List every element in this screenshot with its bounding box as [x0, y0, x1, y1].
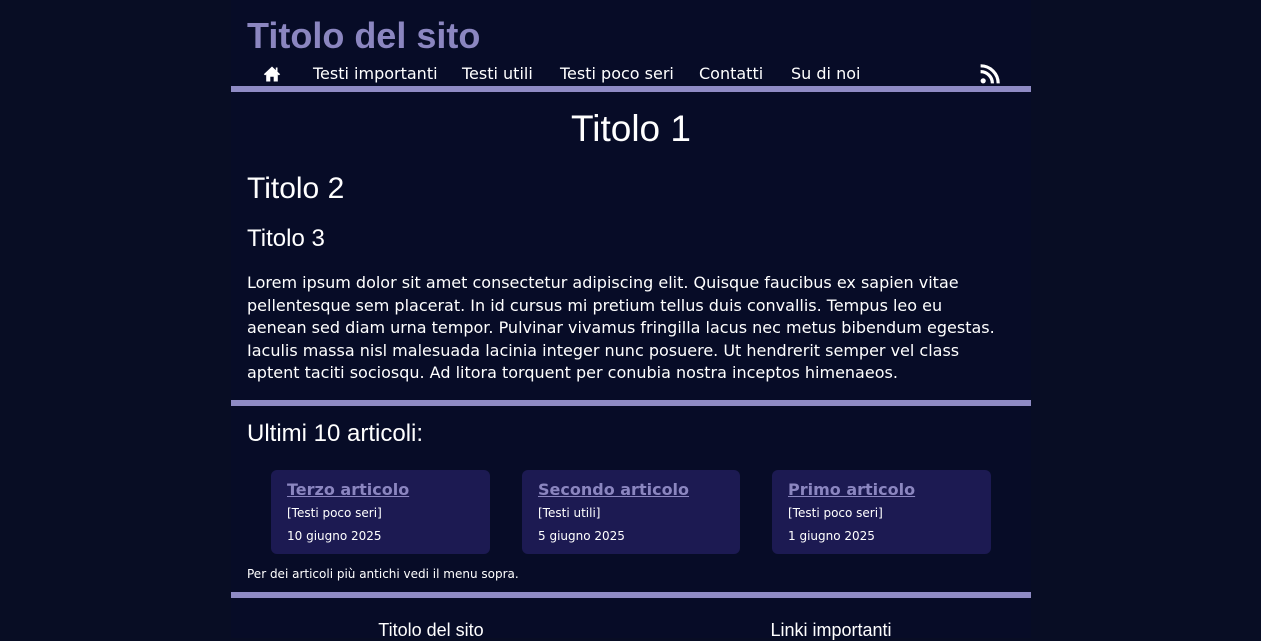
- site-title[interactable]: Titolo del sito: [247, 15, 480, 57]
- nav-item-su-di-noi[interactable]: Su di noi: [791, 64, 860, 84]
- article-date: 5 giugno 2025: [538, 529, 625, 543]
- article-category: [Testi poco seri]: [788, 506, 883, 520]
- home-icon-graphic: [263, 66, 281, 82]
- article-category: [Testi utili]: [538, 506, 601, 520]
- heading-3: Titolo 3: [247, 225, 325, 252]
- heading-1: Titolo 1: [571, 108, 691, 149]
- rss-icon-graphic: [980, 64, 1000, 84]
- nav-item-testi-utili[interactable]: Testi utili: [462, 64, 533, 84]
- article-date: 1 giugno 2025: [788, 529, 875, 543]
- header-divider: [231, 86, 1031, 92]
- article-category: [Testi poco seri]: [287, 506, 382, 520]
- article-card: Secondo articolo [Testi utili] 5 giugno …: [522, 470, 740, 554]
- article-date: 10 giugno 2025: [287, 529, 382, 543]
- older-articles-note: Per dei articoli più antichi vedi il men…: [247, 567, 519, 581]
- footer-divider: [231, 592, 1031, 598]
- body-paragraph: Lorem ipsum dolor sit amet consectetur a…: [247, 273, 995, 383]
- main-nav: Testi importanti Testi utili Testi poco …: [247, 62, 1015, 86]
- article-title-link[interactable]: Secondo articolo: [538, 480, 689, 500]
- article-title-link[interactable]: Terzo articolo: [287, 480, 409, 500]
- article-title-link[interactable]: Primo articolo: [788, 480, 915, 500]
- home-icon[interactable]: [263, 65, 281, 83]
- nav-item-testi-importanti[interactable]: Testi importanti: [313, 64, 438, 84]
- article-card: Terzo articolo [Testi poco seri] 10 giug…: [271, 470, 490, 554]
- rss-icon[interactable]: [980, 64, 1000, 84]
- latest-articles-heading: Ultimi 10 articoli:: [247, 420, 424, 447]
- nav-item-contatti[interactable]: Contatti: [699, 64, 763, 84]
- content-divider: [231, 400, 1031, 406]
- page-container: Titolo del sito Testi importanti Testi u…: [231, 0, 1031, 640]
- nav-item-testi-poco-seri[interactable]: Testi poco seri: [560, 64, 674, 84]
- heading-2: Titolo 2: [247, 172, 345, 205]
- article-card: Primo articolo [Testi poco seri] 1 giugn…: [772, 470, 991, 554]
